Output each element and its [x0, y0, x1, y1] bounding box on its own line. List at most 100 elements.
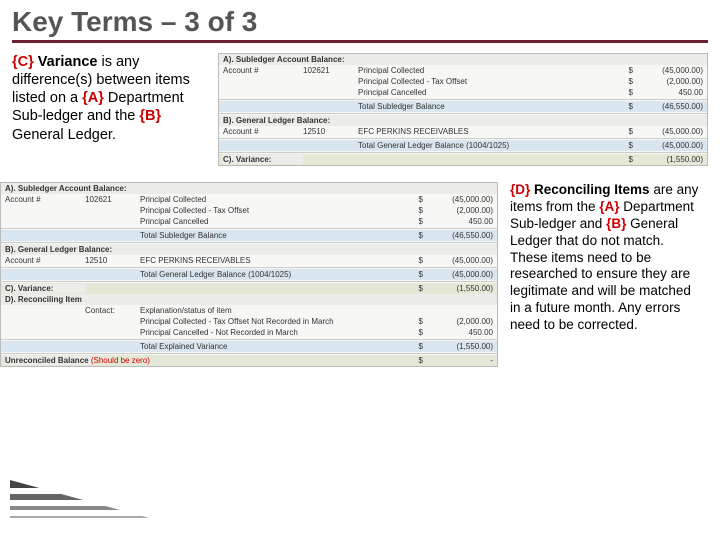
p2-row-gl: Account # 12510 EFC PERKINS RECEIVABLES … [1, 255, 497, 266]
lbl: Account # [5, 195, 85, 204]
dol: $ [621, 141, 633, 150]
amt: 450.00 [633, 88, 703, 97]
amt: (1,550.00) [423, 342, 493, 351]
amt: (2,000.00) [423, 206, 493, 215]
dol: $ [411, 328, 423, 337]
tag-b-in-c: {B} [139, 108, 161, 124]
p1-sec-b: B). General Ledger Balance: [219, 115, 707, 126]
dol: $ [411, 206, 423, 215]
p1-row-pcn: Principal Cancelled $ 450.00 [219, 87, 707, 98]
zero: (Should be zero) [91, 356, 150, 365]
p1-row-gl: Account # 12510 EFC PERKINS RECEIVABLES … [219, 126, 707, 137]
p1-tsb: Total Subledger Balance $ (46,550.00) [219, 101, 707, 112]
lbl2: EFC PERKINS RECEIVABLES [140, 256, 411, 265]
p1-var: C). Variance: $ (1,550.00) [219, 154, 707, 165]
tag-a-in-c: {A} [82, 90, 104, 106]
p2-sec-a: A). Subledger Account Balance: [1, 183, 497, 194]
p2-tev: Total Explained Variance $ (1,550.00) [1, 341, 497, 352]
dol: $ [621, 88, 633, 97]
amt: (46,550.00) [423, 231, 493, 240]
amt: 450.00 [423, 328, 493, 337]
tag-a-in-d: {A} [599, 199, 619, 214]
dol: $ [411, 284, 423, 293]
page-title: Key Terms – 3 of 3 [0, 0, 720, 40]
p2-sec-b: B). General Ledger Balance: [1, 244, 497, 255]
lbl: Total General Ledger Balance (1004/1025) [358, 141, 621, 150]
dol: $ [411, 195, 423, 204]
dol: $ [411, 231, 423, 240]
p2-unrec: Unreconciled Balance (Should be zero) $ … [1, 355, 497, 366]
lbl2: Principal Collected [358, 66, 621, 75]
amt: (45,000.00) [423, 270, 493, 279]
p2-rec2: Principal Cancelled - Not Recorded in Ma… [1, 327, 497, 338]
wedge-decoration [10, 480, 230, 540]
amt: (45,000.00) [423, 195, 493, 204]
amt: (46,550.00) [633, 102, 703, 111]
lbl2: Explanation/status of item [140, 306, 411, 315]
amt: 450.00 [423, 217, 493, 226]
amt: (2,000.00) [633, 77, 703, 86]
panel-bottom: A). Subledger Account Balance: Account #… [0, 182, 498, 367]
lbl: Total Explained Variance [140, 342, 411, 351]
amt: (45,000.00) [633, 66, 703, 75]
dol: $ [621, 102, 633, 111]
dol: $ [411, 270, 423, 279]
amt: (45,000.00) [633, 141, 703, 150]
p1-row-pct: Principal Collected - Tax Offset $ (2,00… [219, 76, 707, 87]
val: 102621 [85, 195, 140, 204]
lbl: C). Variance: [223, 155, 303, 164]
amt: (1,550.00) [633, 155, 703, 164]
amt: (2,000.00) [423, 317, 493, 326]
p1-row-acct: Account # 102621 Principal Collected $ (… [219, 65, 707, 76]
dol: $ [411, 256, 423, 265]
body-d-c: General Ledger that do not match. These … [510, 216, 691, 332]
dol: $ [411, 317, 423, 326]
lbl: Account # [223, 66, 303, 75]
p1-tgl: Total General Ledger Balance (1004/1025)… [219, 140, 707, 151]
amt: (45,000.00) [423, 256, 493, 265]
text-block-d: {D} Reconciling Items are any items from… [504, 182, 704, 334]
lbl: Total Subledger Balance [358, 102, 621, 111]
text-block-c: {C} Variance is any difference(s) betwee… [12, 53, 212, 166]
lbl: Principal Collected - Tax Offset Not Rec… [140, 317, 411, 326]
tag-b-in-d: {B} [606, 216, 626, 231]
lbl: Principal Collected - Tax Offset [140, 206, 411, 215]
amt: (1,550.00) [423, 284, 493, 293]
section-top: {C} Variance is any difference(s) betwee… [12, 53, 708, 166]
p2-tsb: Total Subledger Balance $ (46,550.00) [1, 230, 497, 241]
dol: $ [621, 77, 633, 86]
val: 12510 [85, 256, 140, 265]
lbl: Contact: [85, 306, 140, 315]
lbl: Principal Cancelled - Not Recorded in Ma… [140, 328, 411, 337]
dol: $ [411, 356, 423, 365]
lbl: Total Subledger Balance [140, 231, 411, 240]
dol: $ [621, 66, 633, 75]
lbl: Principal Collected - Tax Offset [358, 77, 621, 86]
dol: $ [411, 342, 423, 351]
lbl: Unreconciled Balance [5, 356, 91, 365]
p2-sec-d: D). Reconciling Item [1, 294, 497, 305]
lbl: Principal Cancelled [358, 88, 621, 97]
p2-contact: Contact: Explanation/status of item [1, 305, 497, 316]
lbl2: Principal Collected [140, 195, 411, 204]
dol: $ [621, 127, 633, 136]
head-d: Reconciling Items [534, 182, 650, 197]
lbl: C). Variance: [5, 284, 85, 293]
dol: $ [411, 217, 423, 226]
lbl: Total General Ledger Balance (1004/1025) [140, 270, 411, 279]
amt: (45,000.00) [633, 127, 703, 136]
body-c-c: General Ledger. [12, 127, 116, 143]
tag-c: {C} [12, 54, 34, 70]
p2-rec1: Principal Collected - Tax Offset Not Rec… [1, 316, 497, 327]
tag-d: {D} [510, 182, 530, 197]
p2-row-acct: Account # 102621 Principal Collected $ (… [1, 194, 497, 205]
val: 102621 [303, 66, 358, 75]
dol: $ [621, 155, 633, 164]
p2-row-pcn: Principal Cancelled $ 450.00 [1, 216, 497, 227]
p1-sec-a: A). Subledger Account Balance: [219, 54, 707, 65]
p2-tgl: Total General Ledger Balance (1004/1025)… [1, 269, 497, 280]
section-bottom: A). Subledger Account Balance: Account #… [0, 182, 708, 367]
panel-top: A). Subledger Account Balance: Account #… [218, 53, 708, 166]
p2-row-pct: Principal Collected - Tax Offset $ (2,00… [1, 205, 497, 216]
lbl: Account # [5, 256, 85, 265]
